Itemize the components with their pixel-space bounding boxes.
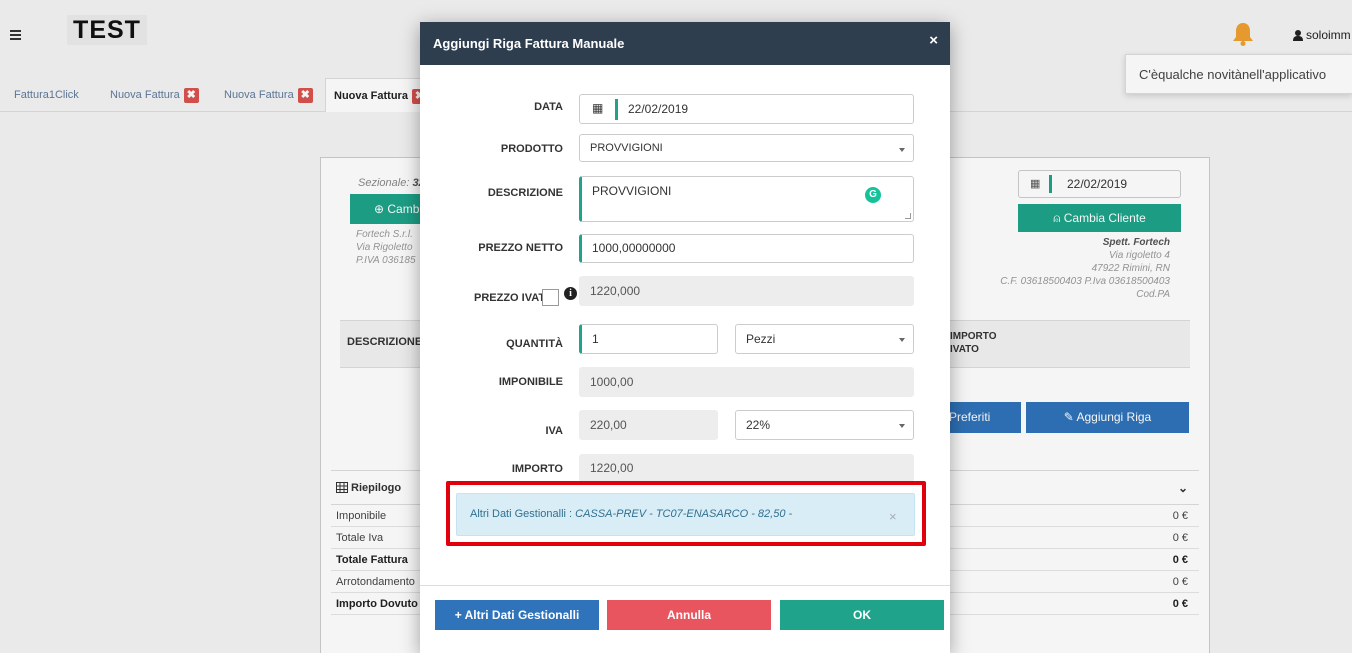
prodotto-value: PROVVIGIONI <box>590 142 663 154</box>
grammarly-icon[interactable]: G <box>865 187 881 203</box>
iva-value: 220,00 <box>590 418 627 432</box>
imponibile-label: IMPONIBILE <box>498 376 563 388</box>
modal-footer-divider <box>420 585 950 586</box>
resize-handle-icon[interactable] <box>904 213 912 219</box>
annulla-button[interactable]: Annulla <box>607 600 771 630</box>
prezzo-netto-label: PREZZO NETTO <box>478 242 563 254</box>
descrizione-label: DESCRIZIONE <box>487 187 563 199</box>
chevron-down-icon <box>899 148 905 152</box>
iva-rate-select[interactable]: 22% <box>735 410 914 440</box>
prezzo-netto-value: 1000,00000000 <box>592 241 676 255</box>
quantita-value: 1 <box>592 332 599 346</box>
chevron-down-icon <box>899 338 905 342</box>
quantita-label: QUANTITÀ <box>506 338 563 350</box>
iva-label: IVA <box>545 425 563 437</box>
imponibile-value: 1000,00 <box>590 375 634 389</box>
prezzo-ivato-checkbox[interactable] <box>542 289 559 306</box>
info-icon[interactable]: i <box>564 287 577 300</box>
descrizione-value: PROVVIGIONI <box>592 184 672 198</box>
unita-select[interactable]: Pezzi <box>735 324 914 354</box>
highlight-annotation <box>446 481 926 546</box>
importo-input: 1220,00 <box>579 454 914 482</box>
prezzo-ivato-value: 1220,000 <box>590 284 641 298</box>
chevron-down-icon <box>899 424 905 428</box>
prezzo-netto-input[interactable]: 1000,00000000 <box>579 234 914 263</box>
prodotto-label: PRODOTTO <box>500 143 563 155</box>
descrizione-textarea[interactable]: PROVVIGIONI <box>579 176 914 222</box>
importo-label: IMPORTO <box>511 463 563 475</box>
altri-dati-gestionali-button[interactable]: + Altri Dati Gestionalli <box>435 600 599 630</box>
prezzo-ivato-input: 1220,000 <box>579 276 914 306</box>
data-field[interactable]: ▦ 22/02/2019 <box>579 94 914 124</box>
prezzo-ivato-label: PREZZO IVATO <box>474 292 554 304</box>
data-label: DATA <box>534 101 563 113</box>
calendar-icon: ▦ <box>592 101 604 115</box>
iva-rate-value: 22% <box>746 418 771 432</box>
importo-value: 1220,00 <box>590 461 634 475</box>
imponibile-input: 1000,00 <box>579 367 914 397</box>
prodotto-select[interactable]: PROVVIGIONI <box>579 134 914 162</box>
modal-title: Aggiungi Riga Fattura Manuale <box>433 36 625 51</box>
quantita-input[interactable]: 1 <box>579 324 718 354</box>
modal-header: Aggiungi Riga Fattura Manuale × <box>420 22 950 65</box>
ok-button[interactable]: OK <box>780 600 944 630</box>
iva-input: 220,00 <box>579 410 718 440</box>
close-icon[interactable]: × <box>929 32 938 49</box>
data-value: 22/02/2019 <box>628 102 689 116</box>
unita-value: Pezzi <box>746 332 776 346</box>
